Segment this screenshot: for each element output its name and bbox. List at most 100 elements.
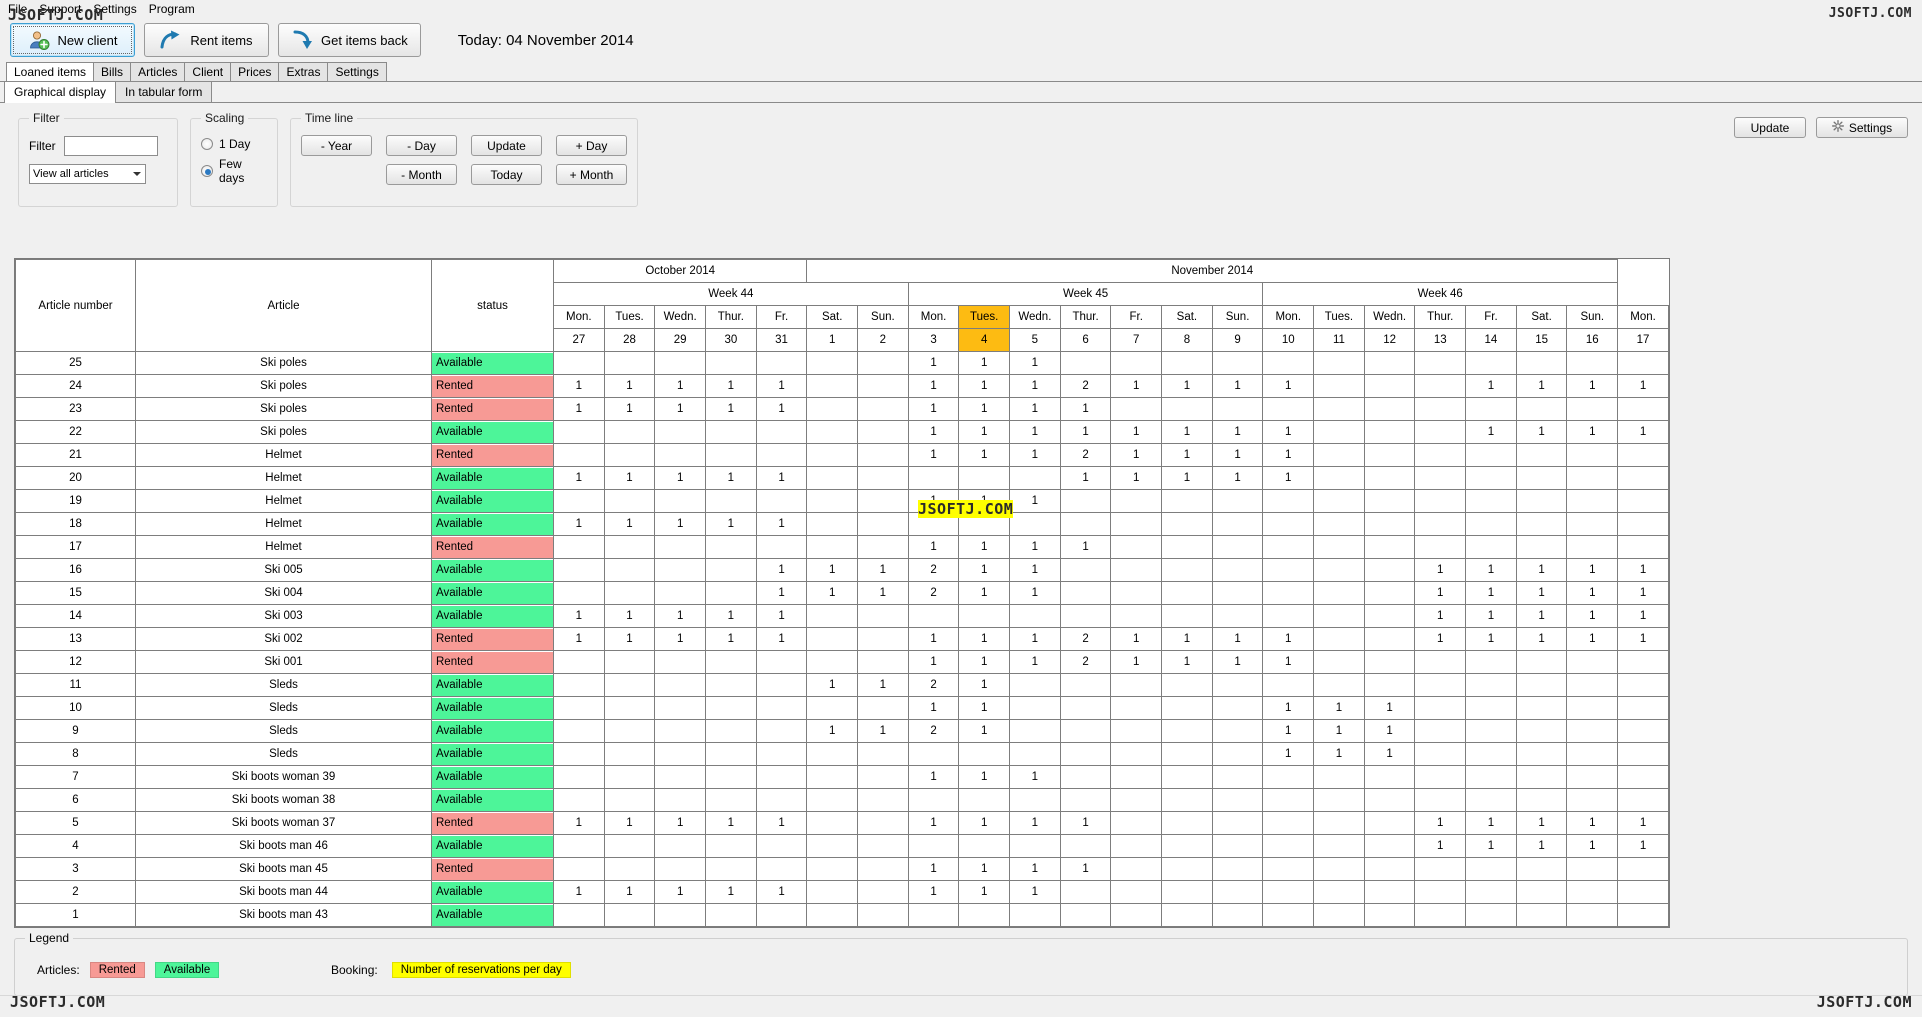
cell-booking-day-10[interactable]: 1 [1009,880,1061,904]
cell-booking-day-2[interactable] [603,581,656,605]
cell-booking-day-22[interactable]: 1 [1617,811,1669,835]
cell-booking-day-11[interactable]: 1 [1059,466,1112,490]
cell-booking-day-9[interactable]: 1 [958,673,1011,697]
cell-booking-day-16[interactable] [1313,903,1365,927]
cell-booking-day-14[interactable] [1211,673,1264,697]
cell-booking-day-9[interactable]: 1 [958,397,1011,421]
cell-booking-day-22[interactable]: 1 [1617,558,1669,582]
cell-booking-day-21[interactable] [1566,742,1619,766]
cell-booking-day-20[interactable] [1515,696,1568,720]
cell-booking-day-5[interactable] [755,443,808,467]
cell-booking-day-13[interactable] [1161,673,1213,697]
cell-booking-day-8[interactable]: 2 [907,581,960,605]
cell-booking-day-22[interactable] [1617,696,1669,720]
cell-booking-day-17[interactable] [1363,765,1416,789]
cell-booking-day-3[interactable] [654,903,707,927]
cell-booking-day-20[interactable] [1515,788,1568,812]
cell-booking-day-9[interactable] [958,466,1011,490]
cell-booking-day-6[interactable] [806,351,859,375]
cell-booking-day-1[interactable] [553,673,605,697]
cell-booking-day-1[interactable]: 1 [553,880,605,904]
tab-extras[interactable]: Extras [278,62,329,81]
cell-booking-day-15[interactable]: 1 [1262,719,1315,743]
cell-booking-day-17[interactable] [1363,673,1416,697]
cell-booking-day-21[interactable]: 1 [1566,627,1619,651]
cell-booking-day-16[interactable] [1313,351,1365,375]
cell-booking-day-11[interactable] [1059,604,1112,628]
cell-booking-day-21[interactable] [1566,880,1619,904]
cell-booking-day-19[interactable]: 1 [1465,374,1517,398]
table-row[interactable]: 24 Ski poles Rented 1 1 1 1 1 1 1 1 2 1 1 1 1 1 1 1 1 [15,374,1669,398]
cell-booking-day-4[interactable] [705,443,757,467]
cell-booking-day-8[interactable]: 1 [907,650,960,674]
cell-booking-day-21[interactable] [1566,788,1619,812]
cell-booking-day-20[interactable] [1515,765,1568,789]
cell-booking-day-12[interactable]: 1 [1110,627,1163,651]
cell-booking-day-16[interactable] [1313,420,1365,444]
cell-booking-day-16[interactable]: 1 [1313,719,1365,743]
cell-booking-day-10[interactable]: 1 [1009,535,1061,559]
table-row[interactable]: 16 Ski 005 Available 1 1 1 2 1 1 1 1 1 1 1 [15,558,1669,582]
cell-booking-day-18[interactable] [1414,880,1467,904]
cell-booking-day-13[interactable] [1161,903,1213,927]
cell-booking-day-11[interactable] [1059,903,1112,927]
cell-booking-day-8[interactable]: 1 [907,489,960,513]
cell-booking-day-15[interactable]: 1 [1262,696,1315,720]
cell-booking-day-1[interactable] [553,443,605,467]
cell-booking-day-16[interactable] [1313,788,1365,812]
cell-booking-day-5[interactable]: 1 [755,466,808,490]
cell-booking-day-5[interactable] [755,673,808,697]
cell-booking-day-21[interactable] [1566,535,1619,559]
cell-booking-day-20[interactable] [1515,535,1568,559]
cell-booking-day-10[interactable] [1009,834,1061,858]
table-row[interactable]: 8 Sleds Available 1 1 1 [15,742,1669,766]
cell-booking-day-6[interactable] [806,788,859,812]
cell-booking-day-16[interactable] [1313,834,1365,858]
cell-booking-day-18[interactable] [1414,673,1467,697]
table-row[interactable]: 22 Ski poles Available 1 1 1 1 1 1 1 1 1 1 1 1 [15,420,1669,444]
cell-booking-day-3[interactable]: 1 [654,512,707,536]
cell-booking-day-5[interactable]: 1 [755,397,808,421]
cell-booking-day-7[interactable]: 1 [857,558,909,582]
cell-booking-day-3[interactable] [654,581,707,605]
cell-booking-day-20[interactable] [1515,903,1568,927]
cell-booking-day-5[interactable] [755,535,808,559]
subtab-in-tabular-form[interactable]: In tabular form [115,81,213,102]
cell-booking-day-10[interactable]: 1 [1009,489,1061,513]
table-row[interactable]: 23 Ski poles Rented 1 1 1 1 1 1 1 1 1 [15,397,1669,421]
cell-booking-day-20[interactable]: 1 [1515,604,1568,628]
cell-booking-day-9[interactable]: 1 [958,351,1011,375]
cell-booking-day-22[interactable] [1617,765,1669,789]
cell-booking-day-15[interactable] [1262,903,1315,927]
cell-booking-day-2[interactable]: 1 [603,374,656,398]
cell-booking-day-7[interactable] [857,512,909,536]
cell-booking-day-18[interactable] [1414,397,1467,421]
cell-booking-day-18[interactable] [1414,489,1467,513]
cell-booking-day-11[interactable] [1059,512,1112,536]
cell-booking-day-20[interactable] [1515,466,1568,490]
table-row[interactable]: 2 Ski boots man 44 Available 1 1 1 1 1 1 1 1 [15,880,1669,904]
cell-booking-day-15[interactable] [1262,535,1315,559]
cell-booking-day-8[interactable]: 1 [907,351,960,375]
cell-booking-day-15[interactable] [1262,558,1315,582]
cell-booking-day-15[interactable]: 1 [1262,650,1315,674]
cell-booking-day-22[interactable]: 1 [1617,604,1669,628]
cell-booking-day-16[interactable] [1313,558,1365,582]
cell-booking-day-14[interactable] [1211,351,1264,375]
cell-booking-day-15[interactable] [1262,811,1315,835]
cell-booking-day-5[interactable]: 1 [755,880,808,904]
cell-booking-day-21[interactable] [1566,857,1619,881]
cell-booking-day-7[interactable] [857,811,909,835]
cell-booking-day-2[interactable] [603,765,656,789]
cell-booking-day-2[interactable]: 1 [603,397,656,421]
cell-booking-day-7[interactable] [857,696,909,720]
cell-booking-day-7[interactable] [857,443,909,467]
cell-booking-day-22[interactable] [1617,857,1669,881]
table-row[interactable]: 12 Ski 001 Rented 1 1 1 2 1 1 1 1 [15,650,1669,674]
cell-booking-day-11[interactable] [1059,489,1112,513]
cell-booking-day-13[interactable] [1161,880,1213,904]
cell-booking-day-5[interactable] [755,834,808,858]
cell-booking-day-6[interactable] [806,397,859,421]
cell-booking-day-14[interactable] [1211,903,1264,927]
cell-booking-day-5[interactable] [755,489,808,513]
